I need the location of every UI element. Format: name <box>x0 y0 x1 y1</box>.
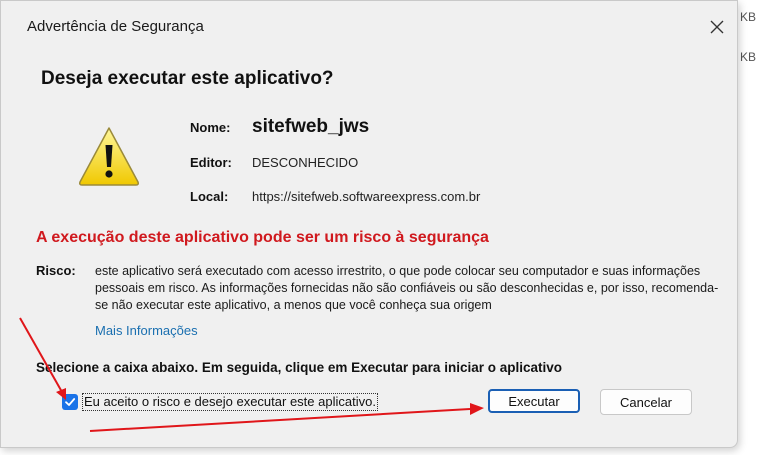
more-info-link[interactable]: Mais Informações <box>95 323 198 338</box>
checkmark-icon <box>65 398 76 406</box>
run-button[interactable]: Executar <box>488 389 580 413</box>
dialog-titlebar: Advertência de Segurança <box>1 1 737 53</box>
dialog-title: Advertência de Segurança <box>27 18 204 35</box>
security-warning-dialog: Advertência de Segurança Deseja executar… <box>0 0 738 448</box>
risk-title: A execução deste aplicativo pode ser um … <box>36 229 489 246</box>
editor-label: Editor: <box>190 155 232 170</box>
risk-label: Risco: <box>36 263 76 278</box>
editor-value: DESCONHECIDO <box>252 155 359 170</box>
dialog-question: Deseja executar este aplicativo? <box>41 68 334 89</box>
name-label: Nome: <box>190 120 231 135</box>
accept-risk-label[interactable]: Eu aceito o risco e desejo executar este… <box>82 393 378 411</box>
accept-risk-checkbox[interactable] <box>62 394 78 410</box>
close-button[interactable] <box>701 13 733 41</box>
instruction-text: Selecione a caixa abaixo. Em seguida, cl… <box>36 360 562 375</box>
close-icon <box>710 20 724 34</box>
local-label: Local: <box>190 189 229 204</box>
warning-triangle-icon <box>79 127 139 186</box>
local-value: https://sitefweb.softwareexpress.com.br <box>252 189 481 204</box>
background-size-text: KB <box>740 10 757 24</box>
background-size-text: KB <box>740 50 757 64</box>
cancel-button[interactable]: Cancelar <box>600 389 692 415</box>
name-value: sitefweb_jws <box>252 116 370 137</box>
risk-description: este aplicativo será executado com acess… <box>95 264 719 312</box>
